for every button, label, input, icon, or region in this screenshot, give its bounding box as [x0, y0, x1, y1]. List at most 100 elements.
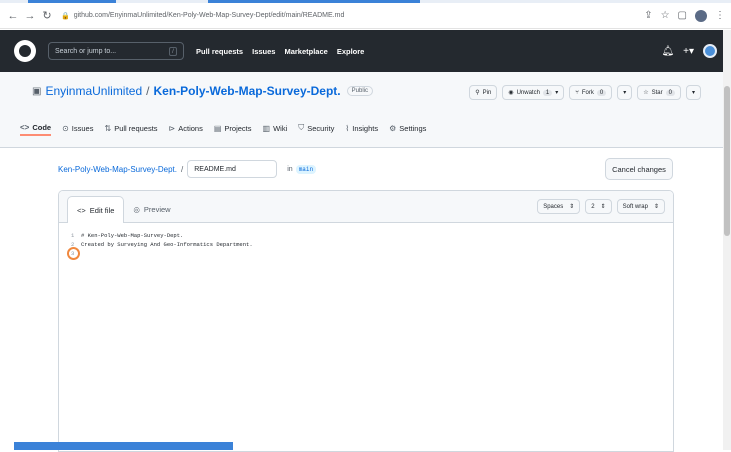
line-number: 1: [71, 232, 75, 239]
pull-request-icon: ⇅: [104, 123, 112, 133]
visibility-badge: Public: [346, 86, 373, 96]
code-line: 1 # Ken-Poly-Web-Map-Survey-Dept.: [71, 231, 673, 240]
tab-label: Insights: [352, 123, 379, 133]
filename-value: README.md: [194, 165, 236, 173]
browser-menu-icon[interactable]: ⋮: [715, 10, 725, 21]
url-text: github.com/EnyinmaUnlimited/Ken-Poly-Web…: [73, 12, 345, 19]
indent-mode-value: Spaces: [543, 203, 564, 210]
tab-label: Code: [32, 122, 52, 132]
browser-status-bar: [14, 442, 233, 450]
fork-count: 0: [596, 89, 607, 96]
cancel-label: Cancel changes: [612, 164, 666, 174]
repo-name-link[interactable]: Ken-Poly-Web-Map-Survey-Dept.: [154, 84, 341, 98]
nav-pull-requests[interactable]: Pull requests: [196, 47, 243, 56]
search-input[interactable]: Search or jump to... /: [48, 42, 184, 60]
cancel-changes-button[interactable]: Cancel changes: [605, 158, 673, 180]
create-new-icon[interactable]: +▾: [683, 46, 694, 57]
star-count: 0: [665, 89, 675, 96]
book-icon: ▥: [262, 123, 271, 133]
back-icon[interactable]: ←: [6, 9, 20, 23]
watch-count: 1: [542, 89, 553, 96]
breadcrumb-repo-link[interactable]: Ken-Poly-Web-Map-Survey-Dept.: [58, 165, 177, 174]
chevron-down-icon: ▾: [691, 90, 695, 96]
tab-edit-file[interactable]: <> Edit file: [67, 196, 125, 223]
tab-label: Projects: [224, 123, 252, 133]
editor-tabs: <> Edit file ◎ Preview Spaces ⇕ 2 ⇕ Soft…: [59, 191, 673, 223]
branch-badge: main: [295, 164, 317, 174]
unwatch-label: Unwatch: [516, 89, 540, 96]
tab-issues[interactable]: ⊙ Issues: [62, 120, 93, 136]
editor-options: Spaces ⇕ 2 ⇕ Soft wrap ⇕: [537, 199, 665, 214]
pin-button[interactable]: ⚲ Pin: [469, 85, 498, 100]
line-text: # Ken-Poly-Web-Map-Survey-Dept.: [81, 232, 184, 239]
scrollbar-thumb[interactable]: [724, 86, 730, 236]
table-icon: ▤: [213, 123, 222, 133]
breadcrumb: Ken-Poly-Web-Map-Survey-Dept. / README.m…: [58, 160, 317, 178]
file-editor: <> Edit file ◎ Preview Spaces ⇕ 2 ⇕ Soft…: [58, 190, 674, 452]
select-arrows-icon: ⇕: [600, 204, 606, 210]
repo-icon: ▣: [32, 85, 42, 97]
tab-label: Wiki: [273, 123, 288, 133]
code-icon: <>: [20, 122, 30, 132]
forward-icon[interactable]: →: [23, 9, 37, 23]
gear-icon: ⚙: [389, 123, 397, 133]
star-label: Star: [651, 89, 663, 96]
browser-toolbar: ← → ↻ 🔒 github.com/EnyinmaUnlimited/Ken-…: [0, 3, 731, 29]
tab-label: Pull requests: [114, 123, 158, 133]
indent-mode-select[interactable]: Spaces ⇕: [537, 199, 581, 214]
chevron-down-icon: ▾: [623, 90, 627, 96]
nav-issues[interactable]: Issues: [252, 47, 275, 56]
tab-preview[interactable]: ◎ Preview: [124, 196, 179, 222]
unwatch-button[interactable]: ◉ Unwatch 1 ▾: [502, 85, 565, 100]
tab-label: Settings: [399, 123, 427, 133]
fork-button[interactable]: ⑂ Fork 0: [569, 85, 613, 100]
eye-icon: ◎: [133, 204, 140, 214]
code-icon: <>: [77, 205, 86, 215]
github-header: Search or jump to... / Pull requests Iss…: [0, 30, 731, 72]
github-logo-icon[interactable]: [14, 40, 36, 62]
tab-security[interactable]: ⛉ Security: [298, 120, 334, 136]
shield-icon: ⛉: [298, 123, 305, 132]
global-nav: Pull requests Issues Marketplace Explore: [196, 47, 364, 56]
tab-code[interactable]: <> Code: [20, 120, 52, 136]
tab-label: Preview: [143, 204, 171, 214]
notifications-bell-icon[interactable]: 🔔︎: [661, 46, 674, 57]
eye-icon: ◉: [508, 90, 514, 96]
fork-label: Fork: [581, 89, 594, 96]
in-label: in: [287, 165, 293, 173]
tab-projects[interactable]: ▤ Projects: [214, 120, 252, 136]
indent-size-select[interactable]: 2 ⇕: [585, 199, 612, 214]
tab-insights[interactable]: ⌇ Insights: [345, 120, 378, 136]
tab-actions[interactable]: ⊳ Actions: [169, 120, 203, 136]
pin-icon: ⚲: [475, 90, 480, 96]
reload-icon[interactable]: ↻: [40, 9, 54, 23]
tab-window-icon[interactable]: ▢: [678, 10, 687, 21]
code-area[interactable]: 1 # Ken-Poly-Web-Map-Survey-Dept. 2 Crea…: [59, 223, 673, 260]
tab-pull-requests[interactable]: ⇅ Pull requests: [104, 120, 157, 136]
pin-label: Pin: [482, 89, 492, 96]
wrap-mode-value: Soft wrap: [622, 203, 648, 210]
fork-icon: ⑂: [575, 89, 579, 96]
star-dropdown-button[interactable]: ▾: [685, 85, 701, 100]
repo-owner-link[interactable]: EnyinmaUnlimited: [45, 84, 142, 98]
search-placeholder: Search or jump to...: [55, 47, 117, 55]
fork-dropdown-button[interactable]: ▾: [617, 85, 633, 100]
tab-label: Security: [307, 123, 335, 133]
star-button[interactable]: ☆ Star 0: [637, 85, 681, 100]
share-icon[interactable]: ⇪: [644, 10, 652, 21]
wrap-mode-select[interactable]: Soft wrap ⇕: [616, 199, 665, 214]
breadcrumb-separator: /: [181, 164, 184, 174]
address-bar[interactable]: 🔒 github.com/EnyinmaUnlimited/Ken-Poly-W…: [61, 8, 531, 24]
filename-input[interactable]: README.md: [187, 160, 278, 178]
tab-wiki[interactable]: ▥ Wiki: [263, 120, 288, 136]
issue-icon: ⊙: [62, 123, 69, 133]
select-arrows-icon: ⇕: [653, 204, 659, 210]
profile-avatar[interactable]: [695, 9, 707, 22]
tab-label: Issues: [71, 123, 94, 133]
nav-marketplace[interactable]: Marketplace: [284, 47, 327, 56]
tab-settings[interactable]: ⚙ Settings: [389, 120, 426, 136]
line-text: Created by Surveying And Geo-Informatics…: [81, 241, 253, 248]
nav-explore[interactable]: Explore: [337, 47, 365, 56]
user-avatar[interactable]: [703, 44, 717, 58]
bookmark-star-icon[interactable]: ☆: [661, 10, 670, 21]
